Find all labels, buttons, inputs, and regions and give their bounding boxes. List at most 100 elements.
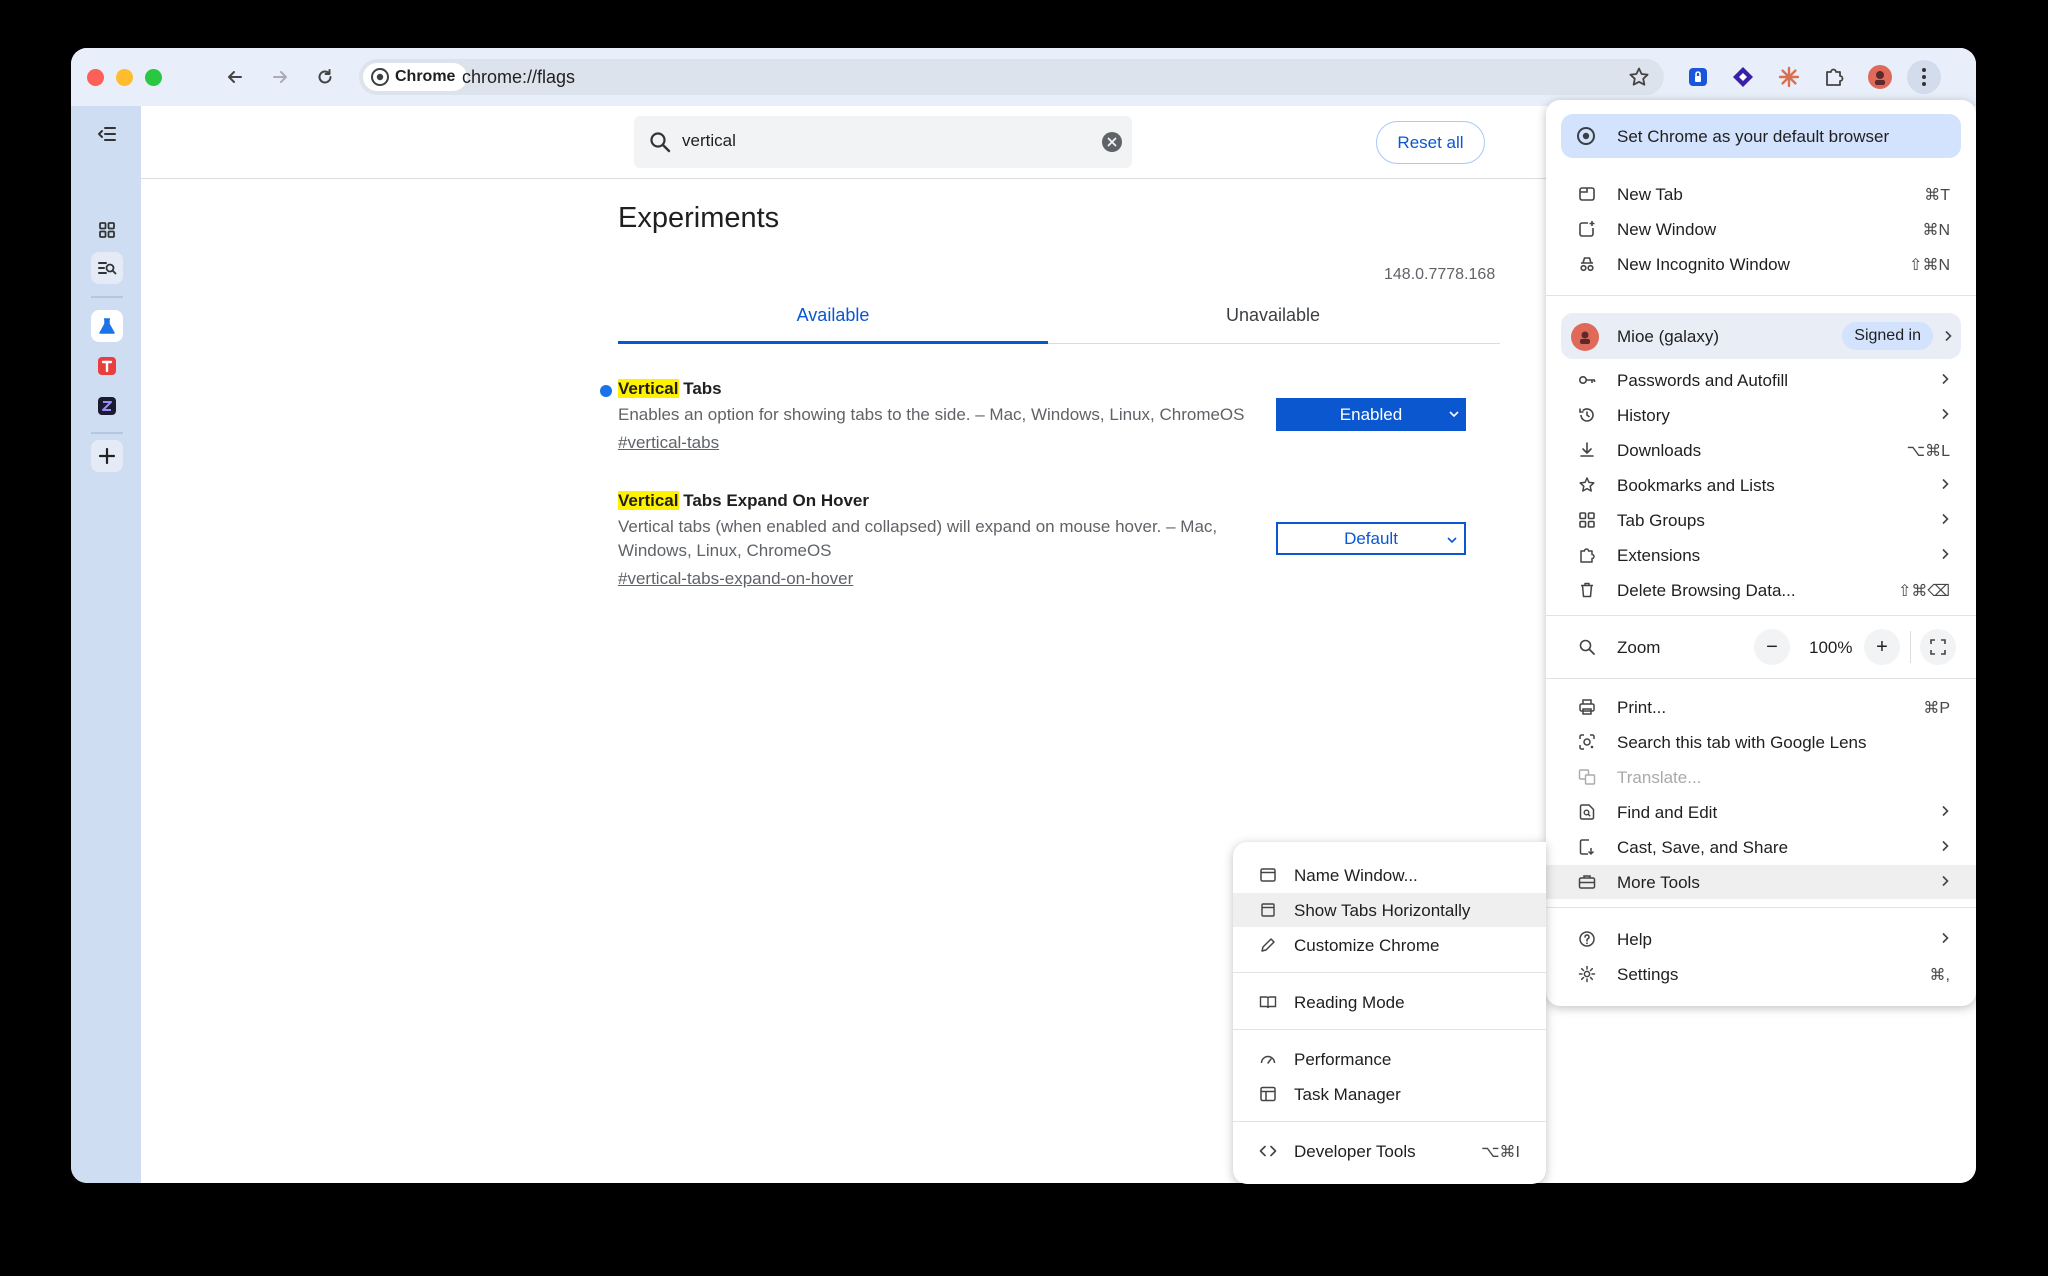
menu-label: Print... <box>1617 698 1667 717</box>
chevron-right-icon <box>1942 478 1949 490</box>
menu-tab-groups[interactable]: Tab Groups <box>1546 503 1976 537</box>
menu-cast-save-share[interactable]: Cast, Save, and Share <box>1546 830 1976 864</box>
menu-settings[interactable]: Settings ⌘, <box>1546 957 1976 991</box>
menu-label: Tab Groups <box>1617 511 1705 530</box>
tab-dark-app[interactable] <box>91 390 123 422</box>
menu-passwords-autofill[interactable]: Passwords and Autofill <box>1546 363 1976 397</box>
menu-shortcut: ⌘T <box>1924 187 1950 204</box>
profile-button[interactable] <box>1866 63 1894 91</box>
submenu-customize-chrome[interactable]: Customize Chrome <box>1233 928 1546 962</box>
submenu-name-window[interactable]: Name Window... <box>1233 858 1546 892</box>
menu-extensions[interactable]: Extensions <box>1546 538 1976 572</box>
password-manager-extension-button[interactable] <box>1684 63 1712 91</box>
translate-icon <box>1578 769 1596 785</box>
chevron-right-icon <box>1942 875 1949 887</box>
diamond-extension-button[interactable] <box>1729 63 1757 91</box>
key-icon <box>1578 376 1596 385</box>
grid-icon <box>1579 512 1595 528</box>
avatar <box>1571 323 1599 351</box>
menu-new-window[interactable]: New Window ⌘N <box>1546 212 1976 246</box>
menu-more-tools[interactable]: More Tools <box>1546 865 1976 899</box>
submenu-label: Reading Mode <box>1294 993 1405 1012</box>
forward-button[interactable] <box>266 63 294 91</box>
chevron-right-icon <box>1945 330 1952 342</box>
speedometer-icon <box>1260 1055 1276 1064</box>
submenu-performance[interactable]: Performance <box>1233 1042 1546 1076</box>
new-tab-button[interactable] <box>91 440 123 472</box>
kebab-menu-icon <box>1922 68 1926 86</box>
extensions-button[interactable] <box>1820 63 1848 91</box>
back-button[interactable] <box>221 63 249 91</box>
menu-help[interactable]: Help <box>1546 922 1976 956</box>
tab-available[interactable]: Available <box>618 302 1048 344</box>
window-maximize-button[interactable] <box>145 69 162 86</box>
tab-flags[interactable] <box>91 310 123 342</box>
menu-print[interactable]: Print... ⌘P <box>1546 690 1976 724</box>
search-highlight: Vertical <box>618 491 679 510</box>
site-chip[interactable]: Chrome <box>363 63 468 91</box>
search-icon <box>650 132 671 153</box>
site-chip-label: Chrome <box>395 68 456 85</box>
reload-icon <box>318 69 332 84</box>
menu-bookmarks-lists[interactable]: Bookmarks and Lists <box>1546 468 1976 502</box>
chevron-down-icon <box>1449 411 1459 418</box>
flag-permalink[interactable]: #vertical-tabs-expand-on-hover <box>618 567 1498 591</box>
reload-button[interactable] <box>311 63 339 91</box>
submenu-label: Customize Chrome <box>1294 936 1440 955</box>
set-default-browser-banner[interactable]: Set Chrome as your default browser <box>1561 114 1961 158</box>
bookmark-star-button[interactable] <box>1628 66 1650 88</box>
zoom-out-button[interactable]: − <box>1754 629 1790 665</box>
menu-label: More Tools <box>1617 873 1700 892</box>
reset-all-button[interactable]: Reset all <box>1376 121 1485 164</box>
default-banner-label: Set Chrome as your default browser <box>1617 127 1890 146</box>
window-minimize-button[interactable] <box>116 69 133 86</box>
zoom-in-button[interactable]: + <box>1864 629 1900 665</box>
puzzle-icon <box>1826 68 1844 86</box>
collapse-sidebar-button[interactable] <box>91 118 123 150</box>
menu-divider <box>1546 615 1976 616</box>
menu-label: New Window <box>1617 220 1717 239</box>
menu-history[interactable]: History <box>1546 398 1976 432</box>
tab-groups-button[interactable] <box>91 214 123 246</box>
menu-profile-row[interactable]: Mioe (galaxy) Signed in <box>1561 313 1961 359</box>
submenu-label: Performance <box>1294 1050 1392 1069</box>
menu-delete-browsing-data[interactable]: Delete Browsing Data... ⇧⌘⌫ <box>1546 573 1976 607</box>
menu-google-lens[interactable]: Search this tab with Google Lens <box>1546 725 1976 759</box>
search-tabs-button[interactable] <box>91 252 123 284</box>
menu-find-edit[interactable]: Find and Edit <box>1546 795 1976 829</box>
tab-unavailable[interactable]: Unavailable <box>1058 302 1488 344</box>
flag-state-select[interactable]: Enabled <box>1276 398 1466 431</box>
chrome-main-menu: Set Chrome as your default browser New T… <box>1546 100 1976 1006</box>
flag-entry-vertical-tabs-expand-on-hover: Vertical Tabs Expand On Hover Vertical t… <box>618 491 1498 591</box>
menu-label: Passwords and Autofill <box>1617 371 1789 390</box>
find-in-page-icon <box>1579 804 1595 820</box>
submenu-developer-tools[interactable]: Developer Tools ⌥⌘I <box>1233 1134 1546 1168</box>
claude-extension-button[interactable] <box>1775 63 1803 91</box>
flags-search-input[interactable] <box>682 129 1082 153</box>
tab-red-app[interactable] <box>91 350 123 382</box>
cast-save-icon <box>1579 839 1595 856</box>
flag-description: Enables an option for showing tabs to th… <box>618 405 1245 424</box>
url-text[interactable]: chrome://flags <box>462 67 575 88</box>
menu-new-tab[interactable]: New Tab ⌘T <box>1546 177 1976 211</box>
menu-downloads[interactable]: Downloads ⌥⌘L <box>1546 433 1976 467</box>
address-bar[interactable]: Chrome chrome://flags <box>359 59 1664 95</box>
menu-label: Settings <box>1617 965 1679 984</box>
chevron-right-icon <box>1942 408 1949 420</box>
chrome-menu-button[interactable] <box>1907 60 1941 94</box>
clear-search-button[interactable] <box>1102 132 1122 152</box>
menu-new-incognito-window[interactable]: New Incognito Window ⇧⌘N <box>1546 247 1976 281</box>
window-close-button[interactable] <box>87 69 104 86</box>
new-tab-icon <box>1579 187 1595 201</box>
flags-search-box <box>634 116 1132 168</box>
flag-state-select[interactable]: Default <box>1276 522 1466 555</box>
menu-shortcut: ⌘N <box>1922 222 1950 239</box>
submenu-reading-mode[interactable]: Reading Mode <box>1233 985 1546 1019</box>
fullscreen-button[interactable] <box>1920 629 1956 665</box>
menu-label: Search this tab with Google Lens <box>1617 733 1867 752</box>
submenu-show-tabs-horizontally[interactable]: Show Tabs Horizontally <box>1233 893 1546 927</box>
submenu-label: Name Window... <box>1294 866 1418 885</box>
submenu-label: Task Manager <box>1294 1085 1401 1104</box>
flag-permalink[interactable]: #vertical-tabs <box>618 431 1498 455</box>
submenu-task-manager[interactable]: Task Manager <box>1233 1077 1546 1111</box>
